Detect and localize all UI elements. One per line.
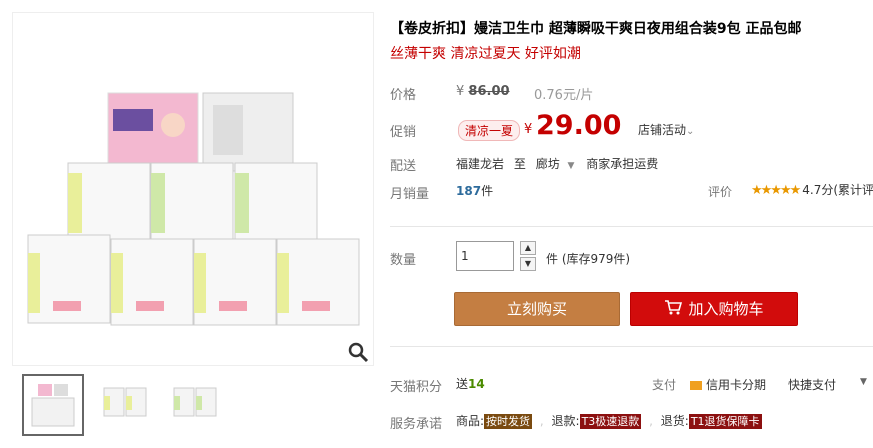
rating-stars-icon: ★★★★★ xyxy=(751,183,801,198)
quantity-increase-button[interactable]: ▲ xyxy=(520,241,536,255)
product-subtitle: 丝薄干爽 清凉过夏天 好评如潮 xyxy=(390,46,581,62)
gallery xyxy=(0,0,380,448)
cart-icon xyxy=(664,294,683,326)
sales-count: 187件 xyxy=(456,182,493,199)
quantity-input[interactable]: 1 xyxy=(456,241,514,271)
thumbnail-3[interactable] xyxy=(166,374,224,432)
chevron-down-icon: ⌄ xyxy=(686,126,695,137)
main-product-image[interactable] xyxy=(12,12,374,366)
divider xyxy=(390,346,873,347)
sales-unit: 件 xyxy=(481,184,494,198)
thumbnail-1[interactable] xyxy=(22,374,84,436)
rating-text: 4.7分(累计评 xyxy=(802,183,873,197)
points-send: 送 xyxy=(456,377,469,391)
rating-label: 评价 xyxy=(708,185,733,199)
payment-label: 支付 xyxy=(652,378,677,392)
unit-price: 0.76元/片 xyxy=(534,88,594,103)
currency-symbol: ¥ xyxy=(456,84,465,99)
return-badge[interactable]: T1退货保障卡 xyxy=(688,414,762,429)
delivery-to-word: 至 xyxy=(513,157,526,171)
product-pack-illustration xyxy=(27,92,360,326)
refund-label: 退款: xyxy=(551,414,580,428)
promo-label: 促销 xyxy=(390,125,417,140)
shipping-fee: 商家承担运费 xyxy=(586,157,659,171)
goods-badge[interactable]: 按时发货 xyxy=(484,414,533,429)
thumbnail-2[interactable] xyxy=(96,374,154,432)
points-info: 送14 xyxy=(456,375,485,392)
shop-activity-dropdown[interactable]: 店铺活动⌄ xyxy=(638,121,694,138)
promo-currency: ¥ xyxy=(524,122,533,137)
points-label: 天猫积分 xyxy=(390,380,443,395)
sales-number: 187 xyxy=(456,184,482,198)
quantity-decrease-button[interactable]: ▼ xyxy=(520,257,536,271)
product-info: 【卷皮折扣】嫚洁卫生巾 超薄瞬吸干爽日夜用组合装9包 正品包邮 丝薄干爽 清凉过… xyxy=(390,0,873,448)
delivery-label: 配送 xyxy=(390,159,417,174)
service-label: 服务承诺 xyxy=(390,417,443,432)
original-price-value: 86.00 xyxy=(468,84,510,99)
caret-down-icon[interactable]: ▼ xyxy=(568,161,575,171)
refund-badge[interactable]: T3极速退款 xyxy=(579,414,642,429)
quantity-label: 数量 xyxy=(390,253,417,268)
service-promises: 商品: 按时发货 , 退款: T3极速退款 , 退货: T1退货保障卡 xyxy=(456,414,762,429)
goods-label: 商品: xyxy=(456,414,485,428)
rating[interactable]: ★★★★★ 4.7分(累计评 xyxy=(751,181,873,198)
product-title: 【卷皮折扣】嫚洁卫生巾 超薄瞬吸干爽日夜用组合装9包 正品包邮 xyxy=(390,21,802,37)
delivery-info: 福建龙岩 至 廊坊 ▼ 商家承担运费 xyxy=(456,155,658,172)
divider xyxy=(390,226,873,227)
credit-installment-label: 信用卡分期 xyxy=(706,378,767,392)
promo-tag: 清凉一夏 xyxy=(458,120,521,141)
points-amount: 14 xyxy=(468,377,485,391)
credit-card-icon xyxy=(690,381,702,390)
return-label: 退货: xyxy=(660,414,689,428)
add-to-cart-label: 加入购物车 xyxy=(688,300,764,318)
zoom-icon[interactable] xyxy=(347,341,369,363)
add-to-cart-button[interactable]: 加入购物车 xyxy=(630,292,798,326)
delivery-destination[interactable]: 廊坊 xyxy=(536,157,560,171)
promo-price: 29.00 xyxy=(536,110,622,141)
stock-info: 件 (库存979件) xyxy=(546,252,631,266)
buy-now-button[interactable]: 立刻购买 xyxy=(454,292,620,326)
delivery-from: 福建龙岩 xyxy=(456,157,505,171)
quick-pay[interactable]: 快捷支付 xyxy=(788,376,836,393)
price-label: 价格 xyxy=(390,88,417,103)
shop-activity-label: 店铺活动 xyxy=(638,123,687,137)
credit-installment[interactable]: 信用卡分期 xyxy=(690,376,766,393)
caret-down-icon[interactable]: ▼ xyxy=(860,377,867,387)
sales-label: 月销量 xyxy=(390,187,430,202)
original-price: ¥ 86.00 xyxy=(456,84,510,99)
